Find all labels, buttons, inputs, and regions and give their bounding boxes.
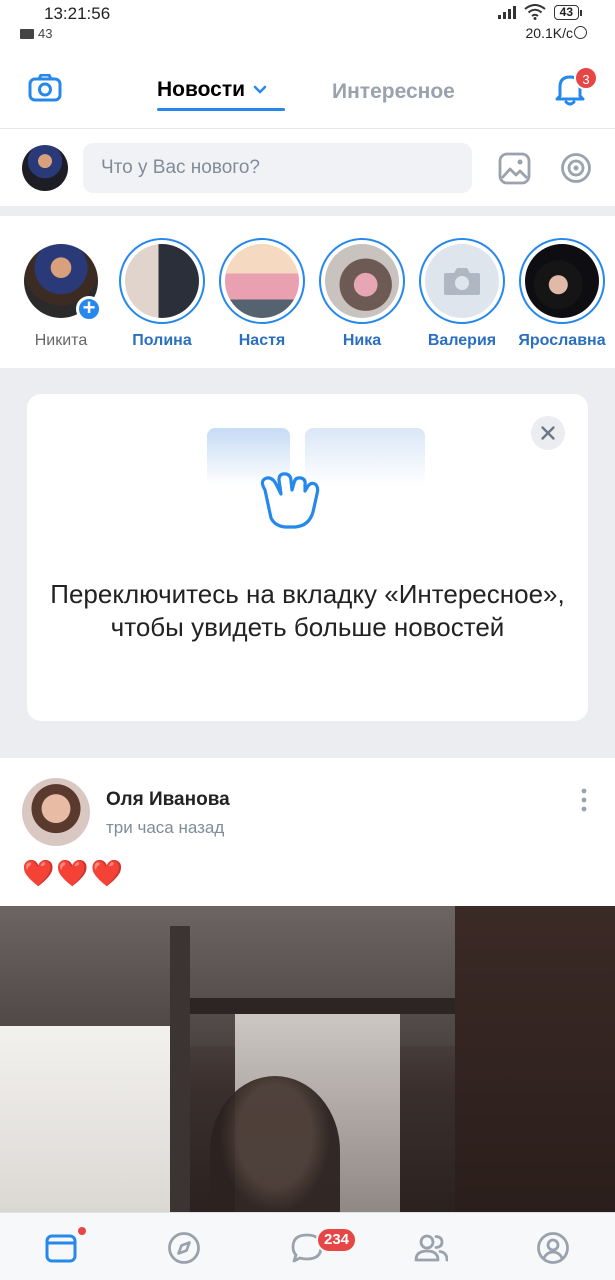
promo-text: Переключитесь на вкладку «Интересное», ч… [50,579,565,642]
story-nastya[interactable]: Настя [217,238,307,350]
tab-news-label: Новости [157,78,246,101]
friends-icon[interactable] [414,1231,448,1265]
avatar[interactable] [22,145,68,191]
add-story-icon[interactable]: + [76,296,102,322]
story-name: Валерия [427,332,497,349]
swipe-hand-icon [207,428,425,529]
story-nika[interactable]: Ника [317,238,407,350]
post-author[interactable]: Оля Иванова [106,789,230,811]
notification-badge: 3 [574,66,598,90]
tab-active-indicator [157,108,285,111]
live-stream-icon[interactable] [560,152,592,184]
story-name: Ярославна [518,332,606,349]
story-nikita[interactable]: + Никита [16,238,106,350]
chevron-down-icon [253,85,267,94]
tab-interesting[interactable]: Интересное [332,80,455,104]
tab-news[interactable]: Новости [157,78,267,102]
post-composer: Что у Вас нового? [0,128,615,206]
status-bar: 13:21:56 43 43 20.1K/c [0,0,615,52]
news-unread-dot [78,1227,86,1235]
status-indicators: 43 [497,4,583,20]
profile-icon[interactable] [536,1231,570,1265]
compass-icon[interactable] [167,1231,201,1265]
story-name: Настя [238,332,286,349]
battery-icon: 43 [553,4,583,20]
story-avatar [325,244,399,318]
story-name: Никита [34,332,88,349]
story-yaroslavna[interactable]: Ярославна [517,238,607,350]
story-avatar [525,244,599,318]
alarm-icon [574,26,587,39]
status-mail-count: 43 [38,26,53,41]
feed-post: Оля Иванова три часа назад ❤️❤️❤️ [0,758,615,1212]
story-name: Полина [132,332,192,349]
post-time: три часа назад [106,818,225,837]
more-vertical-icon[interactable] [580,788,588,812]
bottom-nav [0,1212,615,1280]
mail-icon [20,28,34,39]
stories-bar: + Никита Полина Настя Ника Валерия Яросл… [0,216,615,368]
photo-icon[interactable] [498,152,531,185]
signal-icon [497,5,516,19]
story-avatar [425,244,499,318]
story-avatar [225,244,299,318]
post-text: ❤️❤️❤️ [22,858,126,888]
status-time: 13:21:56 [44,4,111,23]
story-avatar [125,244,199,318]
story-valeria[interactable]: Валерия [417,238,507,350]
wifi-icon [524,4,546,20]
post-photo[interactable] [0,906,615,1212]
avatar[interactable] [22,778,90,846]
close-icon[interactable] [531,416,565,450]
status-speed: 20.1K/c [525,25,573,41]
camera-icon[interactable] [28,74,62,102]
new-post-input[interactable]: Что у Вас нового? [83,143,472,193]
app-header: Новости Интересное 3 [0,52,615,128]
story-name: Ника [342,332,382,349]
camera-placeholder-icon [444,268,480,295]
status-mail: 43 [20,26,52,41]
messages-badge: 234 [316,1227,358,1253]
story-polina[interactable]: Полина [117,238,207,350]
news-feed-icon[interactable] [44,1231,78,1265]
